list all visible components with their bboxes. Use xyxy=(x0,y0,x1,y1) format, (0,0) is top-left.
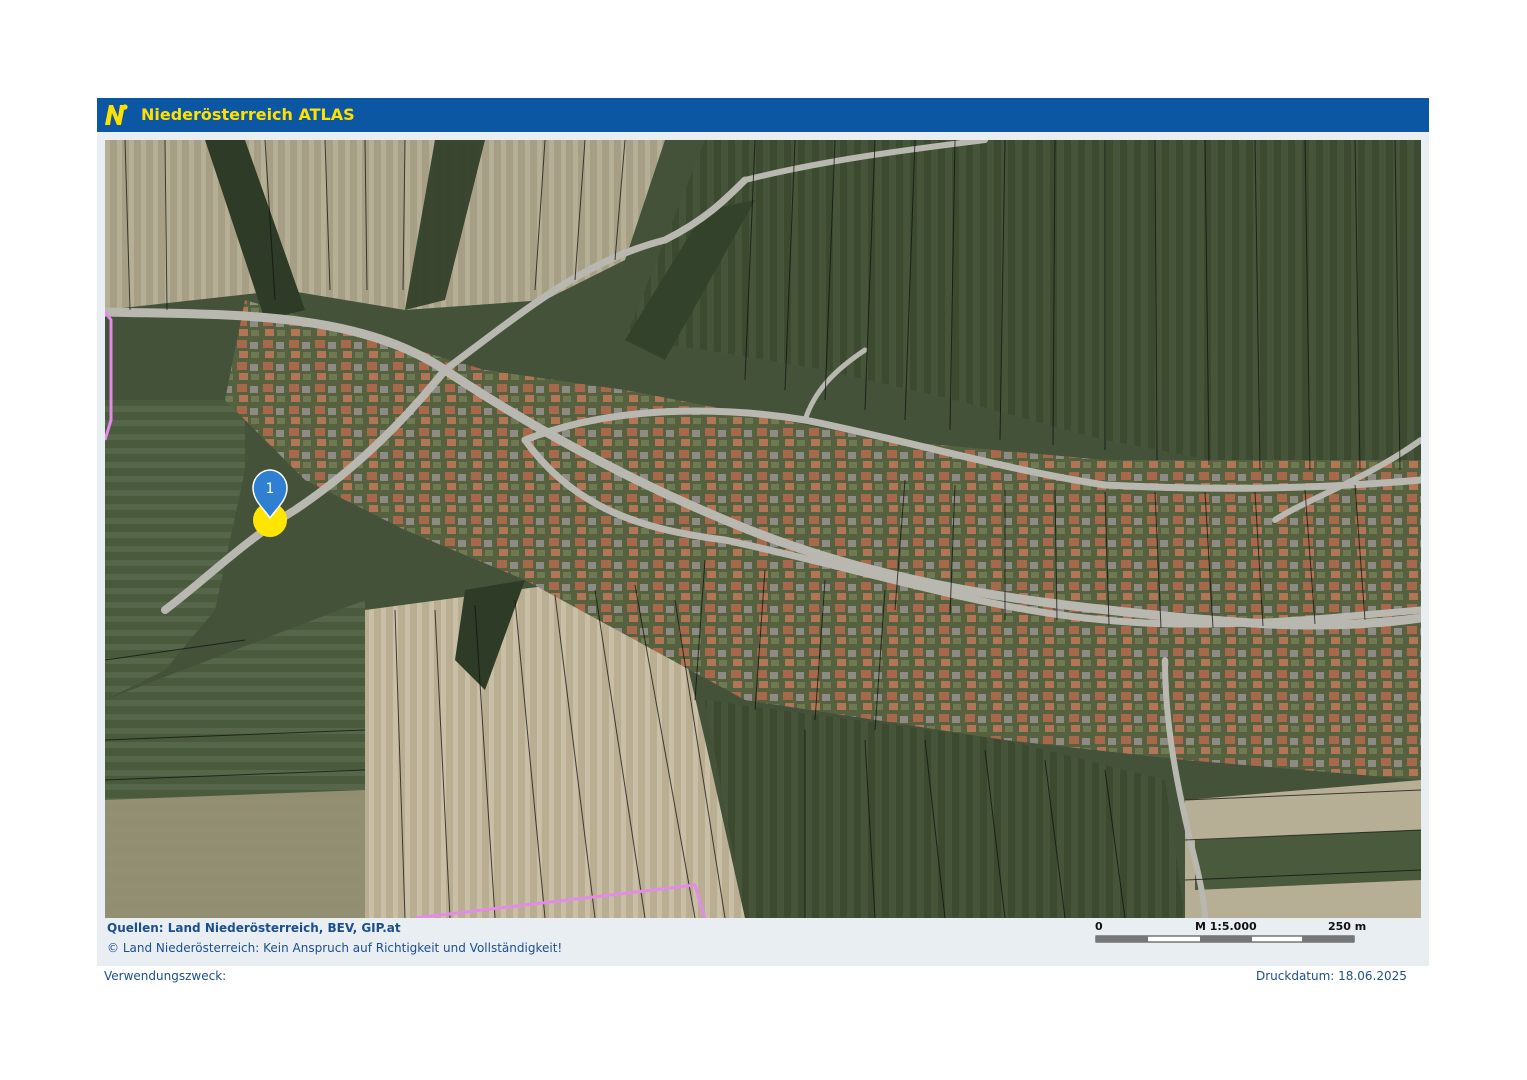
map-sources: Quellen: Land Niederösterreich, BEV, GIP… xyxy=(107,921,401,935)
scale-end-label: 250 m xyxy=(1328,920,1367,933)
map-copyright: © Land Niederösterreich: Kein Anspruch a… xyxy=(107,941,563,955)
location-marker[interactable]: 1 xyxy=(252,469,288,537)
scale-start-label: 0 xyxy=(1095,920,1103,933)
aerial-map: 1 xyxy=(105,140,1421,918)
marker-label: 1 xyxy=(266,481,275,497)
print-date: Druckdatum: 18.06.2025 xyxy=(1256,969,1407,983)
map-view[interactable]: 1 xyxy=(105,140,1421,918)
scale-bar: 0 M 1:5.000 250 m xyxy=(1095,918,1366,950)
page-title: Niederösterreich ATLAS xyxy=(141,105,355,124)
noe-logo-icon xyxy=(105,104,128,125)
purpose-label: Verwendungszweck: xyxy=(104,969,227,983)
scale-ratio-label: M 1:5.000 xyxy=(1195,920,1257,933)
scale-ruler xyxy=(1095,935,1355,943)
header-bar: Niederösterreich ATLAS xyxy=(97,98,1429,132)
atlas-print-frame: Niederösterreich ATLAS 1 Quellen: Land N… xyxy=(97,98,1429,966)
